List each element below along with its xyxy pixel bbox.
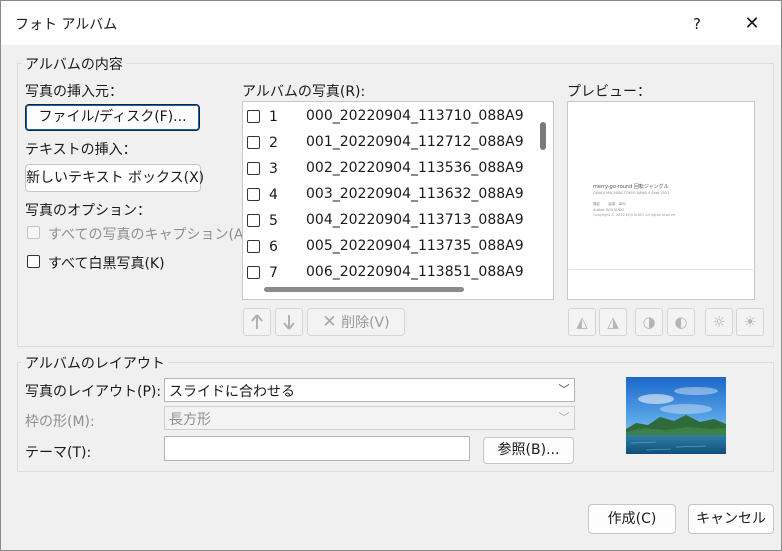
item-filename: 000_20220904_113710_088A9 <box>306 108 524 124</box>
item-filename: 001_20220904_112712_088A9 <box>306 134 524 150</box>
item-checkbox[interactable] <box>247 136 260 149</box>
item-checkbox[interactable] <box>247 188 260 201</box>
list-item[interactable]: 1 000_20220904_113710_088A9 <box>243 104 543 130</box>
photo-layout-select[interactable]: スライドに合わせる ﹀ <box>164 378 575 402</box>
album-photos-label: アルバムの写真(R): <box>242 84 366 100</box>
caption-all-checkbox[interactable] <box>27 226 40 239</box>
chevron-down-icon[interactable]: ﹀ <box>554 407 574 429</box>
delete-label: 削除(V) <box>341 315 390 331</box>
item-filename: 006_20220904_113851_088A9 <box>306 264 524 280</box>
list-item[interactable]: 3 002_20220904_113536_088A9 <box>243 156 543 182</box>
item-filename: 004_20220904_113713_088A9 <box>306 212 524 228</box>
theme-input[interactable] <box>164 436 470 461</box>
item-checkbox[interactable] <box>247 240 260 253</box>
slide-title: merry-go-round 回転ジャングル <box>593 184 669 190</box>
insert-from-label: 写真の挿入元： <box>25 84 123 100</box>
brightness-down-icon[interactable]: ☀ <box>736 308 764 336</box>
browse-button[interactable]: 参照(B)... <box>483 437 574 464</box>
item-checkbox[interactable] <box>247 162 260 175</box>
album-photos-list[interactable]: 1 000_20220904_113710_088A9 2 001_202209… <box>242 101 554 300</box>
item-filename: 005_20220904_113735_088A9 <box>306 238 524 254</box>
photo-layout-value: スライドに合わせる <box>169 384 295 400</box>
frame-shape-value: 長方形 <box>169 412 211 428</box>
item-number: 3 <box>269 161 278 177</box>
all-bw-label: すべて白黒写真(K) <box>48 256 165 272</box>
item-number: 7 <box>269 265 278 281</box>
preview-slide: merry-go-round 回転ジャングル OSAKA MACHIDA TOK… <box>569 103 753 270</box>
item-number: 6 <box>269 239 278 255</box>
create-button[interactable]: 作成(C) <box>588 504 676 534</box>
theme-label: テーマ(T): <box>25 445 92 461</box>
new-textbox-button[interactable]: 新しいテキスト ボックス(X) <box>25 164 204 192</box>
brightness-up-icon[interactable]: ☼ <box>705 308 733 336</box>
album-layout-title: アルバムのレイアウト <box>22 353 168 373</box>
slide-subtitle: OSAKA MACHIDA TOKYO JAPAN 4 Sept 2021 <box>593 191 670 195</box>
photo-layout-label: 写真のレイアウト(P): <box>25 384 162 400</box>
slide-copyright: Copyright © 2022 KOJI SUDO All rights re… <box>593 213 675 217</box>
list-item[interactable]: 4 003_20220904_113632_088A9 <box>243 182 543 208</box>
horizontal-scrollbar[interactable] <box>264 287 464 292</box>
photo-options-label: 写真のオプション： <box>25 203 151 219</box>
album-content-title: アルバムの内容 <box>22 54 126 74</box>
delete-x-icon: ✕ <box>322 312 337 332</box>
item-checkbox[interactable] <box>247 214 260 227</box>
item-number: 4 <box>269 187 278 203</box>
item-filename: 002_20220904_113536_088A9 <box>306 160 524 176</box>
chevron-down-icon[interactable]: ﹀ <box>554 379 574 401</box>
all-bw-checkbox[interactable] <box>27 255 40 268</box>
list-item[interactable]: 7 006_20220904_113851_088A9 <box>243 260 543 286</box>
help-button[interactable]: ? <box>683 10 711 38</box>
delete-button[interactable]: ✕ 削除(V) <box>307 308 405 336</box>
rotate-left-icon[interactable]: ◭ <box>568 308 596 336</box>
vertical-scrollbar[interactable] <box>540 122 546 150</box>
contrast-up-icon[interactable]: ◑ <box>635 308 663 336</box>
layout-thumbnail-image <box>626 377 726 454</box>
slide-meta-2: Author KOJI SUDO <box>593 208 625 212</box>
item-filename: 003_20220904_113632_088A9 <box>306 186 524 202</box>
contrast-down-icon[interactable]: ◐ <box>667 308 695 336</box>
insert-text-label: テキストの挿入： <box>25 142 137 158</box>
preview-pane: merry-go-round 回転ジャングル OSAKA MACHIDA TOK… <box>567 101 755 300</box>
item-number: 2 <box>269 135 278 151</box>
rotate-right-icon[interactable]: ◮ <box>599 308 627 336</box>
item-checkbox[interactable] <box>247 110 260 123</box>
slide-meta-1: 撮影 高橋 幸司 <box>593 202 626 206</box>
item-number: 1 <box>269 109 278 125</box>
title-bar: フォト アルバム ? ✕ <box>1 1 781 45</box>
preview-label: プレビュー： <box>567 84 651 100</box>
cancel-button[interactable]: キャンセル <box>688 504 774 534</box>
arrow-down-icon[interactable] <box>275 308 303 336</box>
item-number: 5 <box>269 213 278 229</box>
frame-shape-select[interactable]: 長方形 ﹀ <box>164 406 575 430</box>
list-item[interactable]: 6 005_20220904_113735_088A9 <box>243 234 543 260</box>
list-item[interactable]: 2 001_20220904_112712_088A9 <box>243 130 543 156</box>
file-disk-button[interactable]: ファイル/ディスク(F)... <box>25 104 200 131</box>
list-item[interactable]: 5 004_20220904_113713_088A9 <box>243 208 543 234</box>
close-button[interactable]: ✕ <box>735 10 769 38</box>
frame-shape-label: 枠の形(M): <box>25 414 95 430</box>
arrow-up-icon[interactable] <box>243 308 271 336</box>
caption-all-label: すべての写真のキャプション(A) <box>48 227 249 243</box>
window-title: フォト アルバム <box>15 17 118 33</box>
photo-album-dialog: フォト アルバム ? ✕ アルバムの内容 写真の挿入元： ファイル/ディスク(F… <box>0 0 782 551</box>
item-checkbox[interactable] <box>247 266 260 279</box>
